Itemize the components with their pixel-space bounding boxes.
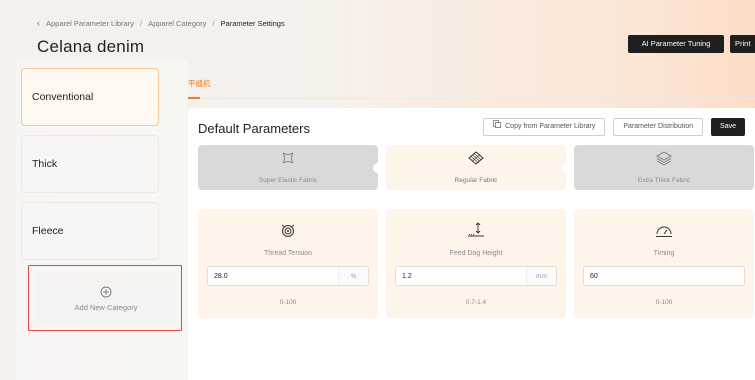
- param-card-feed-dog-height: Feed Dog Height 1.2 mm 0.7-1.4: [386, 209, 566, 318]
- feed-dog-height-input[interactable]: 1.2 mm: [395, 266, 557, 286]
- machine-tabs: 平缝机: [188, 70, 755, 99]
- param-card-thread-tension: Thread Tension 28.0 % 0-100: [198, 209, 378, 318]
- feed-dog-height-icon: [467, 222, 485, 243]
- panel-title: Default Parameters: [198, 121, 310, 136]
- breadcrumb-separator: /: [139, 18, 143, 28]
- panel-actions: Copy from Parameter Library Parameter Di…: [483, 118, 745, 136]
- tab-active-indicator: [188, 97, 200, 99]
- fabric-connector: [373, 163, 383, 173]
- param-label: Thread Tension: [263, 250, 313, 257]
- elastic-fabric-icon: [281, 151, 295, 170]
- param-label: Timing: [653, 250, 675, 257]
- thread-tension-input[interactable]: 28.0 %: [207, 266, 369, 286]
- fabric-label: Extra Thick Fabric: [637, 177, 691, 184]
- param-value[interactable]: 28.0: [208, 273, 338, 280]
- breadcrumb: ‹ Apparel Parameter Library / Apparel Ca…: [37, 18, 755, 28]
- print-button[interactable]: Print: [730, 35, 755, 53]
- param-card-timing: Timing 60 0-100: [574, 209, 754, 318]
- breadcrumb-current: Parameter Settings: [220, 18, 285, 28]
- category-item-fleece[interactable]: Fleece: [21, 202, 159, 260]
- back-chevron-icon[interactable]: ‹: [37, 18, 40, 28]
- fabric-super-elastic[interactable]: Super Elastic Fabric: [198, 145, 378, 190]
- category-item-thick[interactable]: Thick: [21, 135, 159, 193]
- thick-fabric-icon: [656, 151, 672, 170]
- regular-fabric-icon: [468, 151, 484, 170]
- param-range: 0-100: [655, 299, 673, 306]
- timing-gauge-icon: [655, 222, 673, 243]
- copy-from-library-button[interactable]: Copy from Parameter Library: [483, 118, 606, 136]
- top-actions: AI Parameter Tuning Print: [628, 35, 755, 53]
- copy-from-library-label: Copy from Parameter Library: [505, 123, 596, 130]
- category-item-conventional[interactable]: Conventional: [21, 68, 159, 126]
- param-value[interactable]: 1.2: [396, 273, 526, 280]
- breadcrumb-item[interactable]: Apparel Category: [148, 19, 206, 28]
- fabric-label: Regular Fabric: [454, 177, 498, 184]
- param-unit: %: [338, 267, 368, 285]
- fabric-connector: [561, 163, 571, 173]
- parameters-panel: Default Parameters Copy from Parameter L…: [188, 108, 755, 380]
- parameter-distribution-button[interactable]: Parameter Distribution: [613, 118, 704, 136]
- breadcrumb-item[interactable]: Apparel Parameter Library: [46, 19, 134, 28]
- highlight-box: [28, 265, 182, 331]
- param-range: 0.7-1.4: [465, 299, 487, 306]
- param-label: Feed Dog Height: [449, 250, 503, 257]
- main-content: 平缝机 Default Parameters Copy from Paramet…: [188, 70, 755, 380]
- fabric-extra-thick[interactable]: Extra Thick Fabric: [574, 145, 754, 190]
- timing-input[interactable]: 60: [583, 266, 745, 286]
- copy-icon: [493, 119, 501, 135]
- save-button[interactable]: Save: [711, 118, 745, 136]
- ai-parameter-tuning-button[interactable]: AI Parameter Tuning: [628, 35, 724, 53]
- param-range: 0-100: [279, 299, 297, 306]
- tab-lockstitch[interactable]: 平缝机: [188, 78, 211, 89]
- breadcrumb-separator: /: [212, 18, 215, 28]
- thread-tension-icon: [280, 222, 296, 243]
- param-unit: mm: [526, 267, 556, 285]
- fabric-regular[interactable]: Regular Fabric: [386, 145, 566, 190]
- fabric-label: Super Elastic Fabric: [258, 177, 318, 184]
- param-value[interactable]: 60: [584, 273, 744, 280]
